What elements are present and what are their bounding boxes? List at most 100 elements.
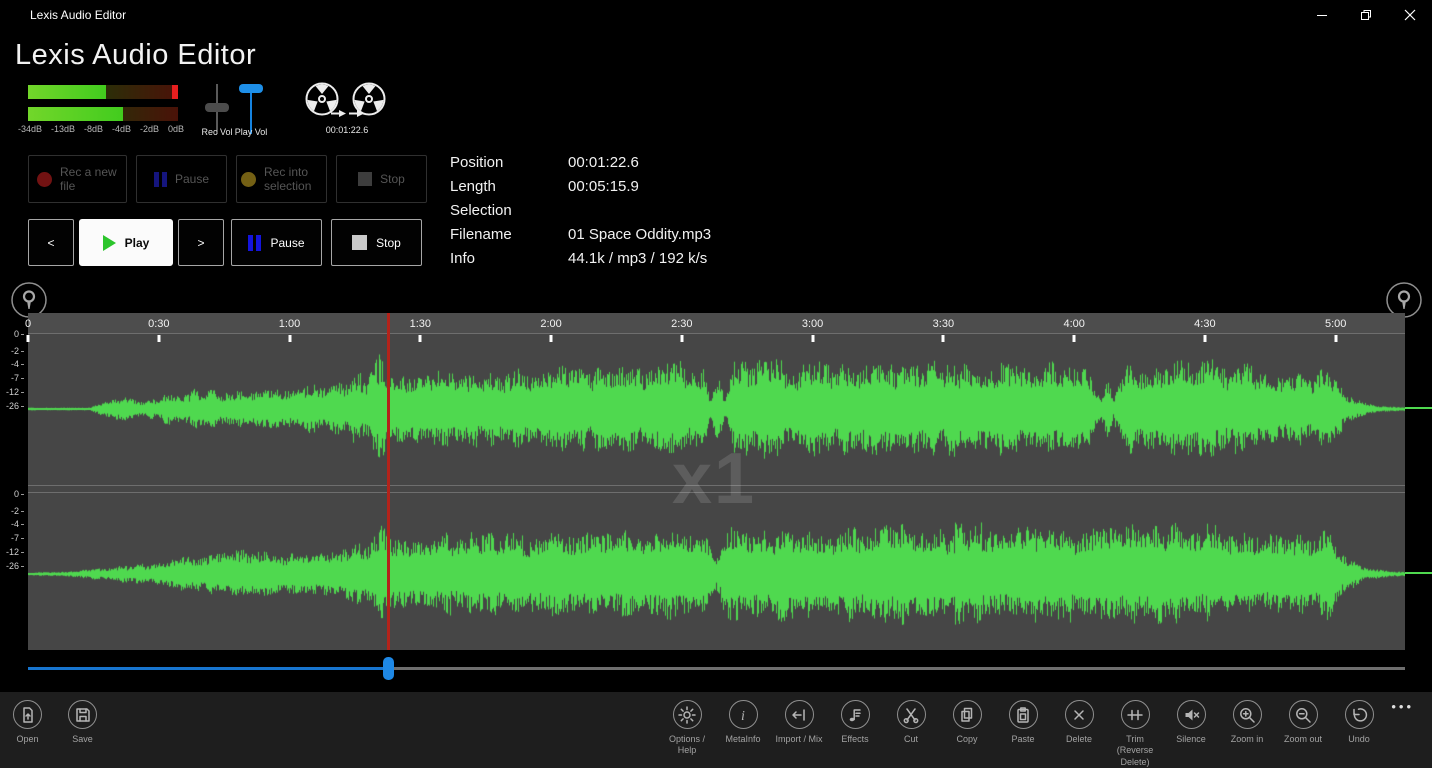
- toolbar-metainfo-button[interactable]: i MetaInfo: [715, 700, 771, 768]
- vu-scale-label: -2dB: [140, 124, 159, 134]
- db-scale-label: -2: [11, 506, 24, 516]
- time-ruler-tick: [811, 335, 814, 342]
- toolbar-label: Import / Mix: [775, 734, 822, 745]
- db-scale-right-channel: 0-2-4-7-12-26: [0, 489, 25, 574]
- db-scale-left-channel: 0-2-4-7-12-26: [0, 329, 25, 409]
- vu-scale-label: 0dB: [168, 124, 184, 134]
- toolbar-zoom-in-button[interactable]: Zoom in: [1219, 700, 1275, 768]
- toolbar-save-button[interactable]: Save: [55, 700, 110, 745]
- info-row-length: Length 00:05:15.9: [450, 174, 711, 198]
- position-scrollbar-thumb[interactable]: [383, 657, 394, 680]
- position-scrollbar[interactable]: [28, 667, 1405, 670]
- toolbar-edit-group: Options / Help i MetaInfo Import / Mix E…: [659, 700, 1387, 768]
- toolbar-open-button[interactable]: Open: [0, 700, 55, 745]
- toolbar-effects-button[interactable]: Effects: [827, 700, 883, 768]
- info-value: 01 Space Oddity.mp3: [568, 226, 711, 243]
- stop-button[interactable]: Stop: [336, 155, 427, 203]
- toolbar-label: Silence: [1176, 734, 1206, 745]
- time-ruler-tick: [1334, 335, 1337, 342]
- mute-speaker-icon: [1181, 705, 1201, 725]
- time-ruler-tick: [27, 335, 30, 342]
- clipboard-icon: [1013, 705, 1033, 725]
- time-ruler-label: 1:00: [279, 318, 300, 330]
- vu-meter-bar-left: [28, 85, 178, 99]
- trim-icon: [1125, 705, 1145, 725]
- toolbar-undo-button[interactable]: Undo: [1331, 700, 1387, 768]
- toolbar-icon-circle: [1177, 700, 1206, 729]
- time-ruler-label: 2:00: [540, 318, 561, 330]
- toolbar-icon-circle: [1009, 700, 1038, 729]
- step-back-button[interactable]: <: [28, 219, 74, 266]
- minimize-button[interactable]: [1300, 0, 1344, 30]
- db-scale-label: -2: [11, 346, 24, 356]
- rec-into-selection-button[interactable]: Rec into selection: [236, 155, 327, 203]
- tape-counter-time: 00:01:22.6: [299, 125, 395, 135]
- rec-volume-handle[interactable]: [205, 103, 229, 112]
- time-ruler-tick: [288, 335, 291, 342]
- toolbar-silence-button[interactable]: Silence: [1163, 700, 1219, 768]
- db-scale-label: -7: [11, 373, 24, 383]
- zoom-out-icon: [1293, 705, 1313, 725]
- button-label: Stop: [376, 236, 401, 250]
- db-scale-label: 0: [14, 489, 24, 499]
- step-forward-button[interactable]: >: [178, 219, 224, 266]
- toolbar-import-mix-button[interactable]: Import / Mix: [771, 700, 827, 768]
- vu-scale-label: -34dB: [18, 124, 42, 134]
- music-note-icon: [845, 705, 865, 725]
- page-title: Lexis Audio Editor: [15, 39, 256, 72]
- playback-controls: < Play > Pause Stop: [28, 219, 422, 266]
- pause-button[interactable]: Pause: [231, 219, 322, 266]
- close-button[interactable]: [1388, 0, 1432, 30]
- toolbar-zoom-out-button[interactable]: Zoom out: [1275, 700, 1331, 768]
- toolbar-trim-reverse-delete-button[interactable]: Trim (Reverse Delete): [1107, 700, 1163, 768]
- rec-a-new-file-button[interactable]: Rec a new file: [28, 155, 127, 203]
- toolbar-icon-circle: [785, 700, 814, 729]
- toolbar-paste-button[interactable]: Paste: [995, 700, 1051, 768]
- toolbar-label: Options / Help: [660, 734, 715, 757]
- vu-scale-label: -4dB: [112, 124, 131, 134]
- toolbar-icon-circle: [841, 700, 870, 729]
- button-label: >: [197, 236, 204, 250]
- toolbar-file-group: Open Save: [0, 700, 110, 745]
- toolbar-label: Copy: [956, 734, 977, 745]
- info-value: 00:01:22.6: [568, 154, 639, 171]
- more-options-button[interactable]: •••: [1385, 698, 1420, 715]
- toolbar-copy-button[interactable]: Copy: [939, 700, 995, 768]
- restore-button[interactable]: [1344, 0, 1388, 30]
- toolbar-options-help-button[interactable]: Options / Help: [659, 700, 715, 768]
- timeline-ruler[interactable]: 00:301:001:302:002:303:003:304:004:305:0…: [28, 313, 1405, 333]
- time-ruler-tick: [680, 335, 683, 342]
- play-volume-handle[interactable]: [239, 84, 263, 93]
- stop-button[interactable]: Stop: [331, 219, 422, 266]
- toolbar-label: Open: [16, 734, 38, 745]
- play-triangle-icon: [103, 235, 116, 251]
- vu-level-right: [28, 107, 123, 121]
- db-scale-label: -26: [6, 401, 24, 411]
- toolbar-cut-button[interactable]: Cut: [883, 700, 939, 768]
- bottom-toolbar: Open Save Options / Help i MetaInfo Impo…: [0, 692, 1432, 768]
- toolbar-icon-circle: [1345, 700, 1374, 729]
- info-label: Info: [450, 250, 568, 267]
- time-ruler-label: 0:30: [148, 318, 169, 330]
- time-ruler-tick: [419, 335, 422, 342]
- vu-scale-label: -8dB: [84, 124, 103, 134]
- play-button[interactable]: Play: [79, 219, 173, 266]
- toolbar-icon-circle: [1121, 700, 1150, 729]
- position-scrollbar-progress: [28, 667, 388, 670]
- db-scale-label: -26: [6, 561, 24, 571]
- pause-button[interactable]: Pause: [136, 155, 227, 203]
- button-label: <: [47, 236, 54, 250]
- undo-arrow-icon: [1349, 705, 1369, 725]
- time-ruler-label: 4:00: [1063, 318, 1084, 330]
- vu-meter: [28, 85, 178, 129]
- toolbar-label: Undo: [1348, 734, 1370, 745]
- stop-square-icon: [358, 172, 372, 186]
- time-ruler-tick: [942, 335, 945, 342]
- time-ruler-tick: [157, 335, 160, 342]
- toolbar-label: Effects: [841, 734, 868, 745]
- toolbar-label: Save: [72, 734, 93, 745]
- toolbar-delete-button[interactable]: Delete: [1051, 700, 1107, 768]
- info-row-selection: Selection: [450, 198, 711, 222]
- toolbar-label: Trim (Reverse Delete): [1108, 734, 1163, 768]
- toolbar-icon-circle: i: [729, 700, 758, 729]
